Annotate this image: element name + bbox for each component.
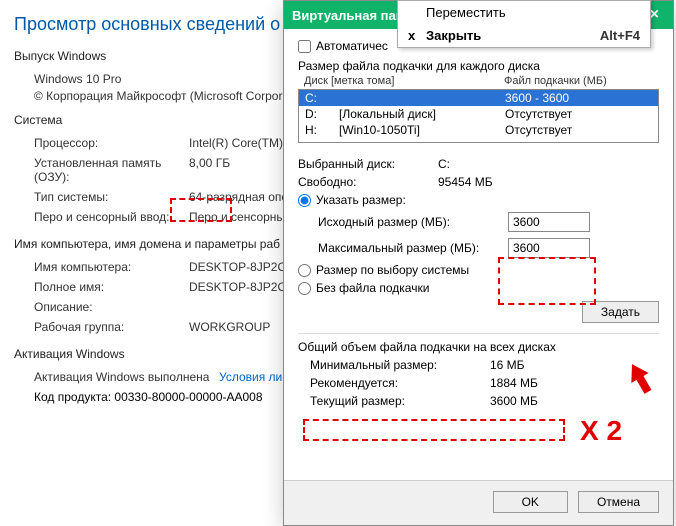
pen-label: Перо и сенсорный ввод: [34,210,189,224]
ram-label: Установленная память (ОЗУ): [34,156,189,184]
activation-label: Активация Windows выполнена [34,370,219,384]
close-mark-icon: x [408,28,426,43]
set-button[interactable]: Задать [582,301,659,323]
type-value: 64-разрядная опер [189,190,295,204]
virtual-memory-dialog: Виртуальная память × Автоматичес Размер … [283,0,674,526]
rec-value: 1884 МБ [490,376,538,390]
max-size-label: Максимальный размер (МБ): [318,241,508,255]
cur-value: 3600 МБ [490,394,538,408]
radio-system-label: Размер по выбору системы [316,263,469,277]
wg-value: WORKGROUP [189,320,270,334]
product-code: Код продукта: 00330-80000-00000-AA008 [34,390,263,404]
free-label: Свободно: [298,175,438,189]
radio-system-row[interactable]: Размер по выбору системы [298,261,659,279]
min-label: Минимальный размер: [310,358,490,372]
max-size-input[interactable] [508,238,590,258]
ok-button[interactable]: OK [493,491,568,513]
full-label: Полное имя: [34,280,189,294]
ram-value: 8,00 ГБ [189,156,230,184]
selected-disk-value: C: [438,157,450,171]
summary-title: Общий объем файла подкачки на всех диска… [298,340,659,354]
auto-manage-label: Автоматичес [316,39,388,53]
radio-none-label: Без файла подкачки [316,281,429,295]
pc-label: Имя компьютера: [34,260,189,274]
desc-label: Описание: [34,300,189,314]
cpu-value: Intel(R) Core(TM) i [189,136,289,150]
type-label: Тип системы: [34,190,189,204]
wg-label: Рабочая группа: [34,320,189,334]
radio-none-row[interactable]: Без файла подкачки [298,281,429,295]
window-context-menu: Переместить x Закрыть Alt+F4 [397,0,651,48]
cancel-button[interactable]: Отмена [578,491,659,513]
free-value: 95454 МБ [438,175,493,189]
initial-size-input[interactable] [508,212,590,232]
cur-label: Текущий размер: [310,394,490,408]
radio-custom-row[interactable]: Указать размер: [298,191,659,209]
initial-size-label: Исходный размер (МБ): [318,215,508,229]
pen-value: Перо и сенсорны [189,210,285,224]
col-disk: Диск [метка тома] [304,75,504,87]
radio-custom-label: Указать размер: [316,193,406,207]
release-value: Windows 10 Pro [34,72,121,86]
pagefile-each-label: Размер файла подкачки для каждого диска [298,59,659,73]
col-pagefile: Файл подкачки (МБ) [504,75,607,87]
selected-disk-label: Выбранный диск: [298,157,438,171]
disk-row[interactable]: D: [Локальный диск] Отсутствует [299,106,658,122]
min-value: 16 МБ [490,358,525,372]
disk-row[interactable]: C: 3600 - 3600 [299,90,658,106]
rec-label: Рекомендуется: [310,376,490,390]
radio-custom[interactable] [298,194,311,207]
radio-none[interactable] [298,282,311,295]
disk-row[interactable]: H: [Win10-1050Ti] Отсутствует [299,122,658,138]
cpu-label: Процессор: [34,136,189,150]
auto-manage-checkbox[interactable] [298,40,311,53]
ctx-close[interactable]: x Закрыть Alt+F4 [398,24,650,47]
radio-system[interactable] [298,264,311,277]
ctx-move[interactable]: Переместить [398,1,650,24]
disk-list[interactable]: C: 3600 - 3600 D: [Локальный диск] Отсут… [298,89,659,143]
